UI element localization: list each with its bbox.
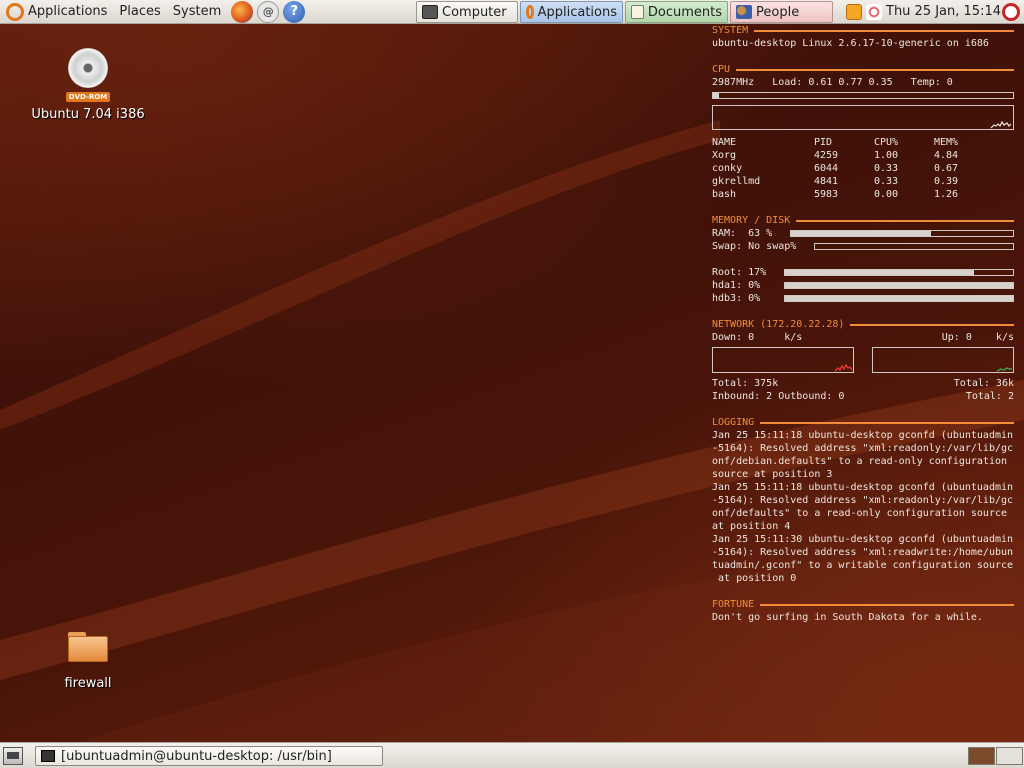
help-icon[interactable]: ? [283, 0, 306, 23]
disk-bar [784, 282, 1014, 289]
terminal-icon [41, 750, 55, 762]
fortune-text: Don't go surfing in South Dakota for a w… [712, 612, 983, 623]
process-cell: 0.33 [874, 176, 899, 187]
disk-bar [784, 269, 1014, 276]
clock[interactable]: Thu 25 Jan, 15:14 [886, 4, 1001, 19]
log-text: Jan 25 15:11:18 ubuntu-desktop gconfd (u… [712, 430, 1014, 584]
disk-bar [784, 295, 1014, 302]
disk-list: Root: 17% hda1: 0% hdb3: 0% [712, 266, 1014, 305]
computer-icon [422, 5, 438, 19]
swap-row: Swap: No swap% [712, 240, 1014, 253]
volume-icon[interactable] [866, 4, 882, 20]
conky-monitor: SYSTEM ubuntu-desktop Linux 2.6.17-10-ge… [712, 24, 1014, 624]
process-cell: 4.84 [934, 150, 959, 161]
section-header-network: NETWORK (172.20.22.28) [712, 318, 1014, 331]
section-header-system: SYSTEM [712, 24, 1014, 37]
people-icon [736, 5, 752, 19]
taskbar-button-computer[interactable]: Computer [416, 1, 518, 23]
process-cell: 0.00 [874, 189, 899, 200]
section-header-memory: MEMORY / DISK [712, 214, 1014, 227]
process-cell: 1.26 [934, 189, 959, 200]
bottom-panel: [ubuntuadmin@ubuntu-desktop: /usr/bin] [0, 742, 1024, 768]
dvd-rom-icon [68, 48, 108, 88]
ram-bar [790, 230, 1014, 237]
process-cell: 6044 [814, 163, 839, 174]
firefox-launcher-icon[interactable] [231, 0, 254, 23]
folder-icon [68, 632, 108, 662]
cpu-line: 2987MHz Load: 0.61 0.77 0.35 Temp: 0 [712, 77, 953, 88]
system-info: ubuntu-desktop Linux 2.6.17-10-generic o… [712, 38, 989, 49]
taskbar-button-applications[interactable]: Applications [520, 1, 623, 23]
process-table: Xorg 4259 1.00 4.84 conky 6044 0.33 0.67 gkrellm… [712, 149, 1014, 201]
cpu-bar [712, 92, 1014, 99]
network-connections: Inbound: 2 Outbound: 0 Total: 2 [712, 391, 1014, 402]
process-cell: 0.33 [874, 163, 899, 174]
process-cell: 0.67 [934, 163, 959, 174]
ubuntu-logo-icon [6, 2, 24, 21]
documents-icon [631, 5, 644, 19]
update-notifier-icon[interactable] [846, 4, 862, 20]
network-graphs [712, 347, 1014, 373]
process-row: bash 5983 0.00 1.26 [712, 188, 1014, 201]
desktop-icon-label: firewall [64, 676, 112, 691]
taskbar-button-documents[interactable]: Documents [625, 1, 728, 23]
process-cell: 5983 [814, 189, 839, 200]
process-row: Xorg 4259 1.00 4.84 [712, 149, 1014, 162]
menu-label: System [172, 4, 222, 19]
process-cell: conky [712, 163, 743, 174]
menu-label: Applications [28, 4, 108, 19]
task-label: [ubuntuadmin@ubuntu-desktop: /usr/bin] [61, 748, 332, 764]
workspace-1[interactable] [968, 747, 995, 765]
taskbar-button-people[interactable]: People [730, 1, 833, 23]
taskbar-label: Applications [537, 4, 617, 20]
process-table-header: NAME PID CPU% MEM% [712, 137, 959, 148]
disk-row: hdb3: 0% [712, 292, 1014, 305]
taskbar-label: Documents [647, 4, 722, 20]
process-row: gkrellmd 4841 0.33 0.39 [712, 175, 1014, 188]
evolution-mail-icon[interactable]: @ [257, 0, 280, 23]
taskbar-label: People [756, 4, 800, 20]
network-speed-row: Down: 0 k/s Up: 0 k/s [712, 332, 1014, 343]
process-cell: bash [712, 189, 737, 200]
menu-label: Places [119, 4, 161, 19]
taskbar-window-terminal[interactable]: [ubuntuadmin@ubuntu-desktop: /usr/bin] [35, 746, 383, 766]
show-desktop-icon[interactable] [3, 747, 23, 765]
disk-row: hda1: 0% [712, 279, 1014, 292]
desktop-icon-firewall[interactable]: firewall [48, 632, 128, 691]
process-cell: 4841 [814, 176, 839, 187]
section-header-cpu: CPU [712, 63, 1014, 76]
ram-row: RAM: 63 % [712, 227, 1014, 240]
section-header-fortune: FORTUNE [712, 598, 1014, 611]
taskbar-label: Computer [442, 4, 507, 20]
system-menu[interactable]: System [167, 0, 227, 24]
desktop-icon-dvd[interactable]: DVD-ROM Ubuntu 7.04 i386 [28, 48, 148, 122]
power-icon[interactable] [1002, 3, 1020, 21]
upload-graph [872, 347, 1014, 373]
disk-row: Root: 17% [712, 266, 1014, 279]
ubuntu-logo-icon [526, 5, 534, 19]
process-row: conky 6044 0.33 0.67 [712, 162, 1014, 175]
process-cell: gkrellmd [712, 176, 761, 187]
cpu-graph [712, 105, 1014, 130]
process-cell: 4259 [814, 150, 839, 161]
top-panel: Applications Places System @ ? Computer … [0, 0, 1024, 24]
process-cell: Xorg [712, 150, 737, 161]
network-totals: Total: 375k Total: 36k [712, 378, 1014, 389]
desktop-icon-label: Ubuntu 7.04 i386 [31, 107, 145, 122]
process-cell: 1.00 [874, 150, 899, 161]
dvd-badge: DVD-ROM [65, 92, 111, 102]
applications-menu[interactable]: Applications [0, 0, 113, 24]
section-header-logging: LOGGING [712, 416, 1014, 429]
workspace-2[interactable] [996, 747, 1023, 765]
download-graph [712, 347, 854, 373]
process-cell: 0.39 [934, 176, 959, 187]
swap-bar [814, 243, 1014, 250]
places-menu[interactable]: Places [113, 0, 166, 24]
